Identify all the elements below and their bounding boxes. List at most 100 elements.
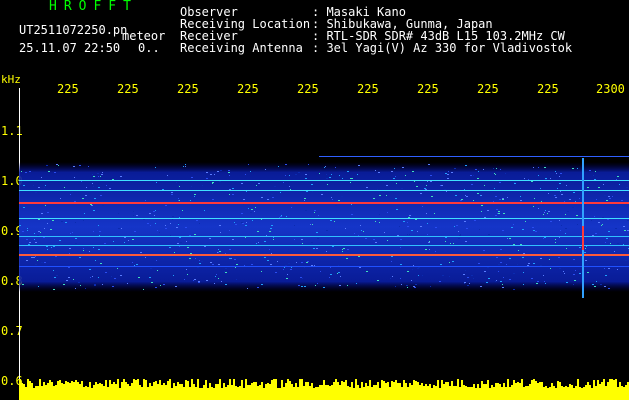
noise-speck — [623, 226, 625, 227]
noise-speck — [523, 284, 524, 285]
noise-floor-bar — [593, 380, 595, 400]
noise-speck — [258, 183, 260, 184]
noise-floor-bar — [491, 385, 493, 400]
noise-floor-bar — [283, 387, 285, 400]
noise-speck — [72, 192, 73, 193]
noise-floor-bar — [479, 388, 481, 400]
noise-floor-bar — [581, 388, 583, 400]
meteor-echo-core — [582, 226, 584, 250]
noise-speck — [511, 227, 513, 228]
noise-floor-bar — [129, 386, 131, 400]
noise-speck — [555, 171, 556, 172]
noise-speck — [212, 199, 214, 200]
noise-speck — [257, 287, 259, 288]
noise-floor-bar — [187, 381, 189, 400]
noise-floor-bar — [343, 382, 345, 400]
noise-floor-bar — [443, 384, 445, 400]
noise-speck — [405, 175, 406, 176]
noise-speck — [513, 244, 515, 245]
noise-speck — [288, 263, 290, 264]
noise-speck — [498, 211, 500, 212]
noise-floor-bar — [465, 386, 467, 400]
noise-floor-bar — [311, 383, 313, 400]
noise-speck — [172, 216, 174, 217]
noise-speck — [460, 234, 461, 235]
noise-speck — [609, 198, 611, 199]
noise-speck — [172, 219, 173, 220]
noise-speck — [271, 194, 273, 195]
noise-speck — [256, 243, 257, 244]
noise-speck — [155, 167, 156, 168]
noise-floor-bar — [67, 382, 69, 400]
noise-speck — [26, 260, 28, 261]
noise-floor-bar — [563, 387, 565, 400]
noise-speck — [494, 188, 495, 189]
noise-speck — [351, 204, 352, 205]
noise-speck — [454, 168, 456, 169]
noise-speck — [326, 174, 327, 175]
noise-speck — [69, 253, 70, 254]
noise-speck — [198, 281, 200, 282]
noise-speck — [275, 272, 277, 273]
signal-line — [19, 190, 629, 191]
noise-speck — [206, 172, 208, 173]
noise-speck — [536, 251, 537, 252]
noise-speck — [503, 213, 505, 214]
noise-speck — [540, 258, 542, 259]
noise-speck — [145, 200, 146, 201]
noise-speck — [395, 198, 397, 199]
noise-speck — [573, 192, 575, 193]
noise-speck — [255, 207, 256, 208]
noise-speck — [487, 251, 489, 252]
noise-floor-bar — [125, 382, 127, 400]
noise-speck — [505, 173, 506, 174]
noise-speck — [548, 211, 550, 212]
noise-speck — [98, 225, 99, 226]
noise-floor-bar — [85, 386, 87, 400]
noise-floor-bar — [259, 385, 261, 400]
noise-floor-bar — [381, 380, 383, 400]
noise-speck — [478, 171, 479, 172]
noise-speck — [575, 201, 576, 202]
noise-speck — [406, 285, 408, 286]
noise-speck — [338, 265, 339, 266]
noise-speck — [171, 194, 173, 195]
noise-speck — [396, 183, 397, 184]
noise-speck — [384, 232, 385, 233]
noise-speck — [326, 178, 328, 179]
noise-floor-bar — [265, 384, 267, 400]
noise-floor-bar — [69, 383, 71, 400]
noise-speck — [35, 264, 37, 265]
noise-speck — [86, 187, 87, 188]
noise-speck — [329, 277, 330, 278]
noise-speck — [280, 216, 282, 217]
noise-speck — [617, 176, 619, 177]
noise-speck — [606, 200, 608, 201]
noise-speck — [594, 286, 596, 287]
noise-floor-bar — [553, 386, 555, 400]
noise-floor-bar — [401, 387, 403, 400]
noise-speck — [435, 251, 436, 252]
noise-floor-bar — [349, 387, 351, 400]
noise-speck — [229, 189, 231, 190]
noise-speck — [83, 250, 84, 251]
noise-speck — [97, 173, 99, 174]
noise-speck — [544, 212, 545, 213]
noise-speck — [45, 205, 46, 206]
noise-speck — [112, 286, 114, 287]
noise-speck — [91, 205, 93, 206]
noise-speck — [418, 267, 420, 268]
noise-speck — [82, 198, 84, 199]
noise-floor-bar — [489, 388, 491, 400]
noise-speck — [595, 171, 596, 172]
noise-floor-bar — [539, 382, 541, 400]
noise-floor-bar — [437, 380, 439, 400]
noise-floor-bar — [587, 382, 589, 400]
noise-floor-bar — [315, 387, 317, 400]
noise-speck — [193, 280, 194, 281]
noise-floor-bar — [579, 387, 581, 400]
noise-speck — [533, 206, 534, 207]
noise-speck — [514, 182, 515, 183]
noise-speck — [245, 174, 246, 175]
noise-floor-bar — [143, 379, 145, 400]
